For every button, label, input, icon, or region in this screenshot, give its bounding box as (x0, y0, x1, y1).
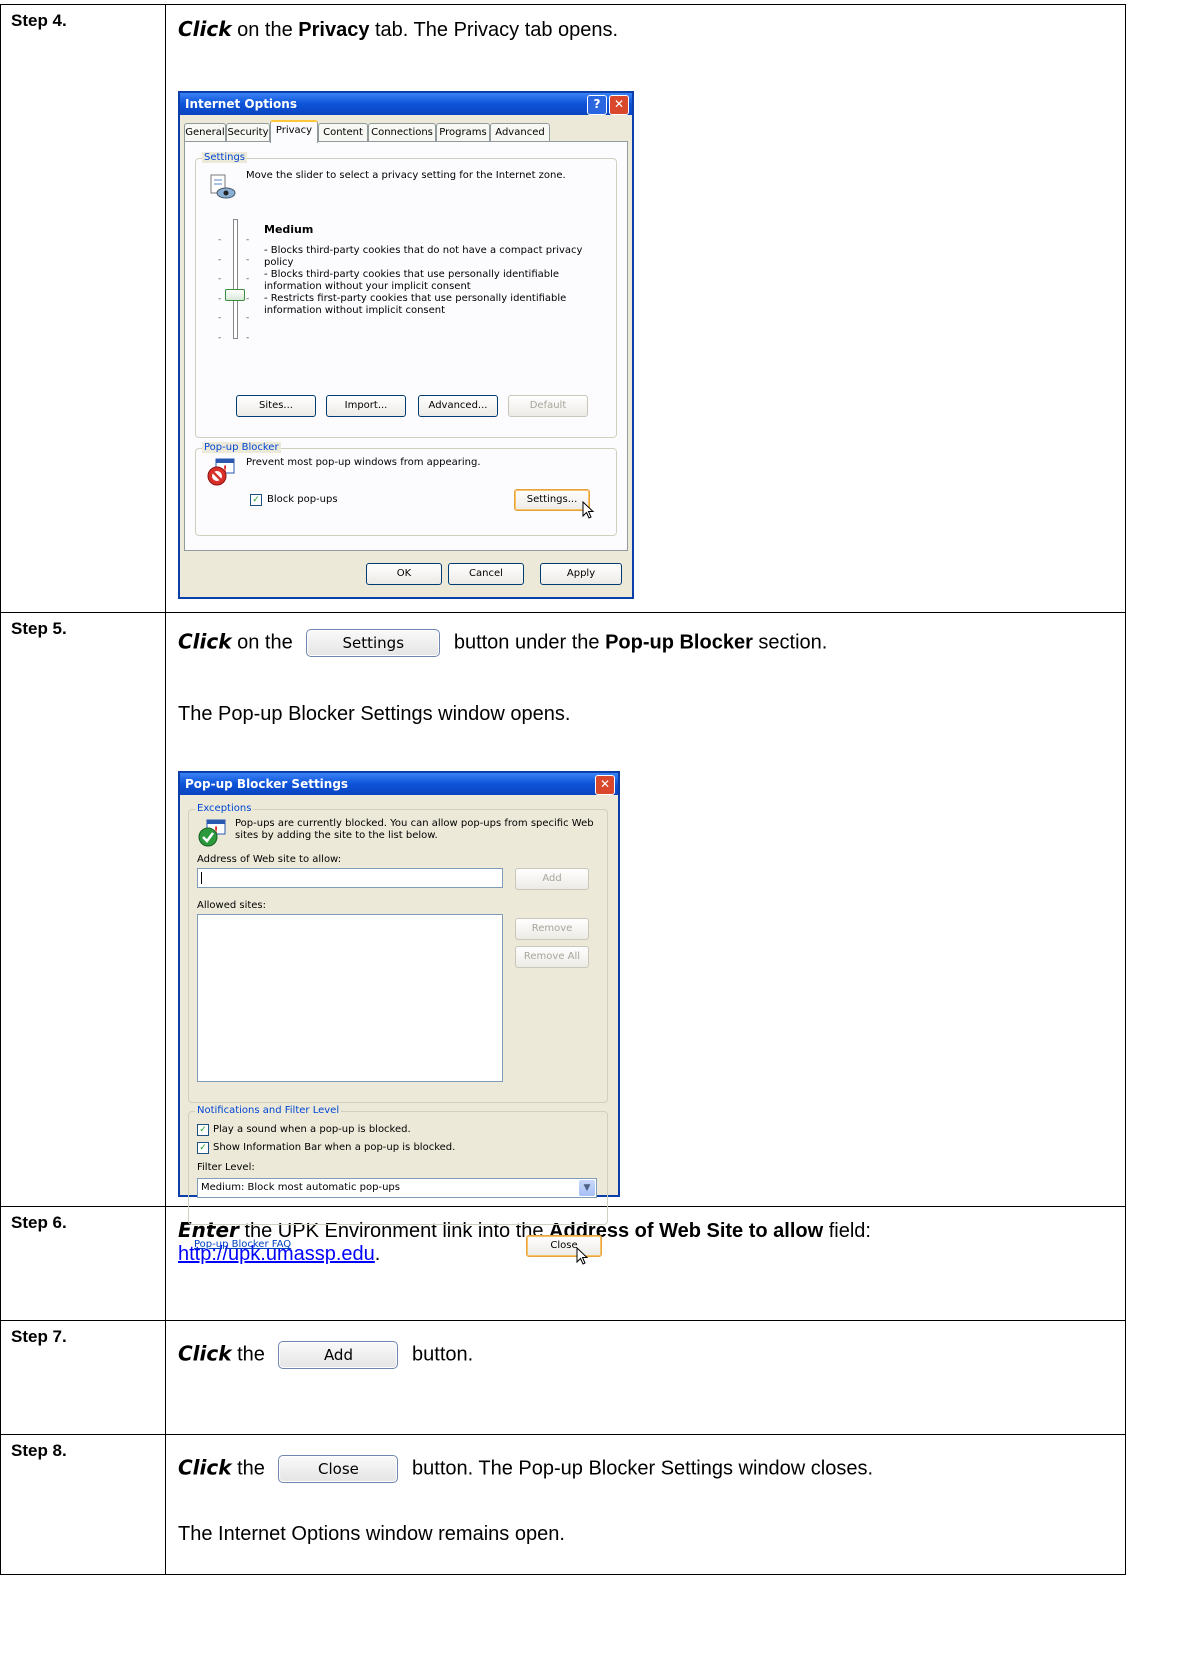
notifications-group: Notifications and Filter Level ✓ Play a … (188, 1105, 608, 1225)
popup-allowed-icon: ! (198, 819, 226, 847)
address-input[interactable] (197, 868, 503, 888)
filter-level-select[interactable]: Medium: Block most automatic pop-ups ▼ (197, 1178, 597, 1198)
slider-thumb[interactable] (225, 289, 245, 301)
inline-settings-button: Settings (306, 629, 441, 657)
privacy-level-description: - Blocks third-party cookies that do not… (264, 245, 583, 316)
show-info-bar-label: Show Information Bar when a pop-up is bl… (213, 1142, 456, 1153)
step-instruction: Click the Close button. The Pop-up Block… (166, 1435, 1125, 1483)
apply-button[interactable]: Apply (540, 563, 622, 585)
step-row-7: Step 7. Click the Add button. (0, 1320, 1126, 1435)
add-button[interactable]: Add (515, 868, 589, 890)
popup-blocker-description: Prevent most pop-up windows from appeari… (246, 457, 481, 468)
play-sound-checkbox[interactable]: ✓ (197, 1124, 209, 1136)
tab-advanced[interactable]: Advanced (490, 123, 550, 141)
mouse-pointer-icon (582, 501, 595, 519)
help-button[interactable]: ? (587, 95, 607, 115)
import-button[interactable]: Import... (326, 395, 406, 417)
steps-table: Step 4. Click on the Privacy tab. The Pr… (0, 4, 1126, 1575)
privacy-slider[interactable]: ------ ------ (216, 219, 256, 343)
tab-programs[interactable]: Programs (436, 123, 490, 141)
tab-general[interactable]: General (184, 123, 226, 141)
advanced-button[interactable]: Advanced... (418, 395, 498, 417)
tab-content[interactable]: Content (318, 123, 368, 141)
remove-button[interactable]: Remove (515, 918, 589, 940)
step-row-4: Step 4. Click on the Privacy tab. The Pr… (0, 4, 1126, 613)
block-popups-checkbox[interactable]: ✓ (250, 494, 262, 506)
step-label: Step 8. (11, 1441, 67, 1460)
tab-connections[interactable]: Connections (368, 123, 436, 141)
tab-security[interactable]: Security (226, 123, 270, 141)
popup-settings-button[interactable]: Settings... (514, 489, 590, 511)
mouse-pointer-icon (576, 1247, 589, 1265)
window-title: Pop-up Blocker Settings (185, 777, 349, 791)
step-row-8: Step 8. Click the Close button. The Pop-… (0, 1434, 1126, 1575)
settings-group-label: Settings (202, 152, 248, 163)
allowed-sites-label: Allowed sites: (197, 900, 267, 911)
chevron-down-icon[interactable]: ▼ (579, 1180, 595, 1196)
popup-blocker-settings-window: Pop-up Blocker Settings ✕ Exceptions ! P… (178, 771, 620, 1265)
step-instruction: Click the Add button. (166, 1321, 1125, 1369)
step-instruction: Click on the Privacy tab. The Privacy ta… (178, 17, 619, 41)
allowed-sites-list[interactable] (197, 914, 503, 1082)
settings-description: Move the slider to select a privacy sett… (246, 170, 566, 181)
exceptions-description: Pop-ups are currently blocked. You can a… (235, 818, 594, 841)
text-caret (201, 872, 202, 884)
internet-options-window: Internet Options ? ✕ General Security Pr… (178, 91, 634, 599)
step-label: Step 6. (11, 1213, 67, 1232)
block-popups-label: Block pop-ups (267, 494, 338, 505)
default-button[interactable]: Default (508, 395, 588, 417)
cancel-button[interactable]: Cancel (448, 563, 524, 585)
privacy-tab-pane: Settings Move the slider to select a pri… (184, 141, 628, 551)
filter-level-label: Filter Level: (197, 1162, 255, 1173)
window-title-bar: Pop-up Blocker Settings ✕ (180, 773, 618, 795)
popup-blocked-icon: ! (207, 458, 235, 486)
privacy-level: Medium (264, 223, 314, 236)
inline-close-button: Close (278, 1455, 399, 1483)
exceptions-group-label: Exceptions (195, 803, 254, 814)
close-window-button[interactable]: ✕ (609, 95, 629, 115)
ok-button[interactable]: OK (366, 563, 442, 585)
popup-blocker-group-label: Pop-up Blocker (202, 442, 281, 453)
popup-blocker-group: Pop-up Blocker ! Prevent most pop-up win… (195, 442, 617, 536)
inline-add-button: Add (278, 1341, 399, 1369)
settings-group: Settings Move the slider to select a pri… (195, 152, 617, 438)
step-note: The Pop-up Blocker Settings window opens… (178, 703, 571, 725)
address-label: Address of Web site to allow: (197, 854, 342, 865)
privacy-icon (210, 174, 236, 199)
notifications-group-label: Notifications and Filter Level (195, 1105, 342, 1116)
tab-privacy[interactable]: Privacy (270, 120, 318, 143)
step-row-5: Step 5. Click on the Settings button und… (0, 612, 1126, 1265)
sites-button[interactable]: Sites... (236, 395, 316, 417)
exceptions-group: Exceptions ! Pop-ups are currently block… (188, 803, 608, 1103)
close-button[interactable]: Close (526, 1235, 602, 1257)
window-title: Internet Options (185, 97, 297, 111)
step-label: Step 7. (11, 1327, 67, 1346)
remove-all-button[interactable]: Remove All (515, 946, 589, 968)
play-sound-label: Play a sound when a pop-up is blocked. (213, 1124, 411, 1135)
step-note: The Internet Options window remains open… (178, 1523, 565, 1545)
step-instruction: Click on the Settings button under the P… (178, 629, 827, 657)
window-title-bar: Internet Options ? ✕ (180, 93, 632, 115)
step-label: Step 4. (11, 11, 67, 30)
popup-blocker-faq-link[interactable]: Pop-up Blocker FAQ (194, 1239, 291, 1250)
show-info-bar-checkbox[interactable]: ✓ (197, 1142, 209, 1154)
close-window-button[interactable]: ✕ (595, 775, 615, 795)
step-label: Step 5. (11, 619, 67, 638)
